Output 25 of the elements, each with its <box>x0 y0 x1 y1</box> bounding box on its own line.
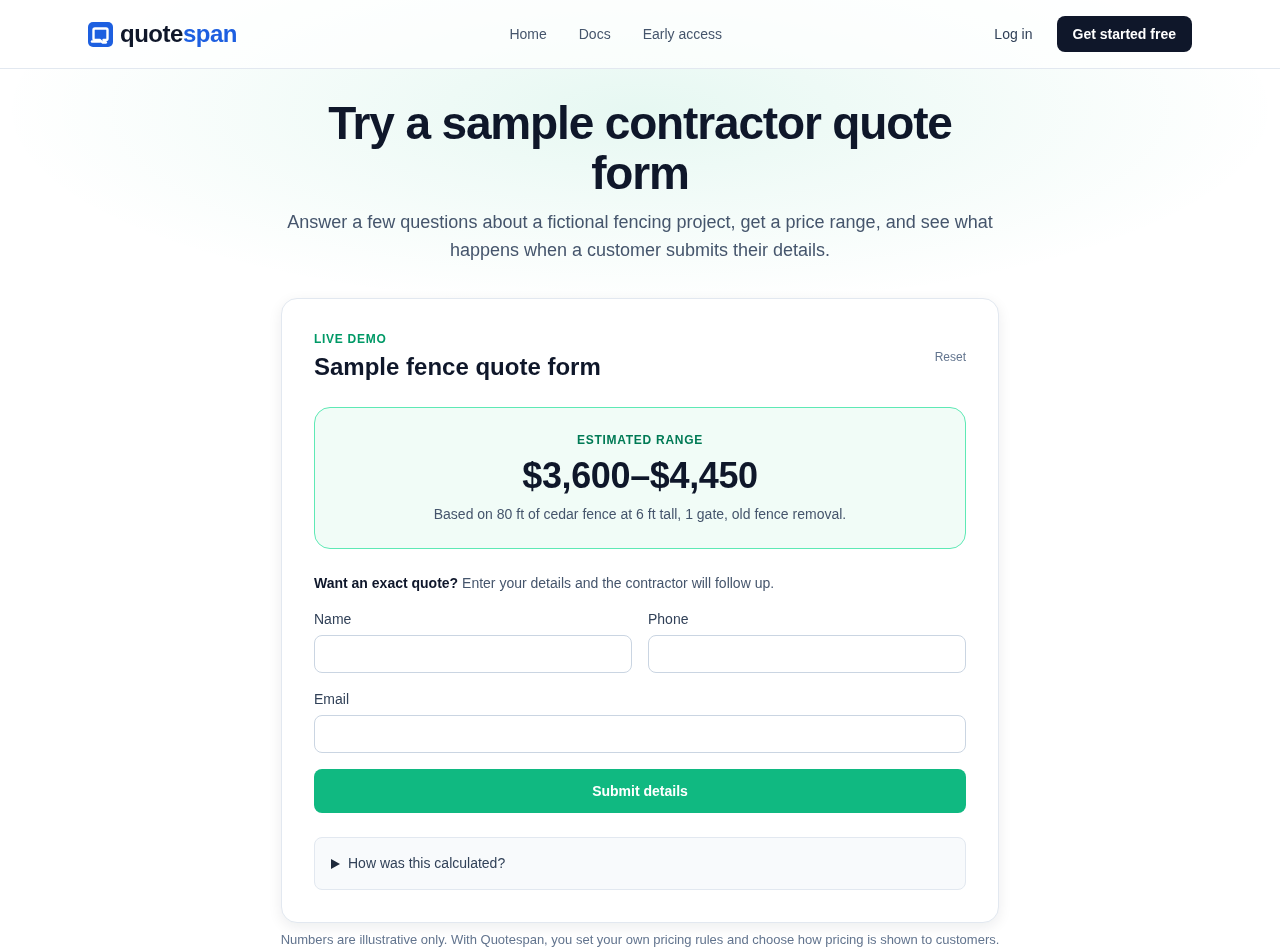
card-title: Sample fence quote form <box>314 352 601 382</box>
logo-text: quotespan <box>120 22 238 46</box>
nav-link[interactable]: Early access <box>642 23 722 45</box>
input-field[interactable] <box>314 715 966 753</box>
price-range: $3,600–$4,450 <box>522 456 758 496</box>
estimate-basis: Based on 80 ft of cedar fence at 6 ft tall, 1 gate, old fence removal. <box>433 505 847 524</box>
field-label: Email <box>314 690 350 709</box>
page-heading: Try a sample contractor quote form <box>327 98 953 198</box>
quote-prompt: Want an exact quote? Enter your details and the contractor will follow up. <box>314 574 776 593</box>
page-subtitle: Answer a few questions about a fictional fencing project, get a price range, and see what happens when a customer submits their details. <box>286 211 994 262</box>
nav-link[interactable]: Home <box>509 23 547 45</box>
input-field[interactable] <box>648 635 966 673</box>
logo-link[interactable]: quotespan <box>88 21 238 47</box>
input-field[interactable] <box>314 635 632 673</box>
nav-link[interactable]: Docs <box>578 23 611 45</box>
get-started-button[interactable]: Get started free <box>1056 16 1192 52</box>
field-label: Phone <box>648 610 690 629</box>
reset-button[interactable]: Reset <box>934 348 966 366</box>
login-link[interactable]: Log in <box>994 23 1033 45</box>
footnote-text: Numbers are illustrative only. With Quotespan, you set your own pricing rules and choose how pricing is shown to customers. <box>280 931 1000 949</box>
estimate-label: ESTIMATED RANGE <box>577 432 703 448</box>
calculation-disclosure[interactable]: How was this calculated? <box>314 837 966 890</box>
field-label: Name <box>314 610 353 629</box>
eyebrow-label: LIVE DEMO <box>314 331 388 347</box>
logo-icon <box>88 21 113 47</box>
